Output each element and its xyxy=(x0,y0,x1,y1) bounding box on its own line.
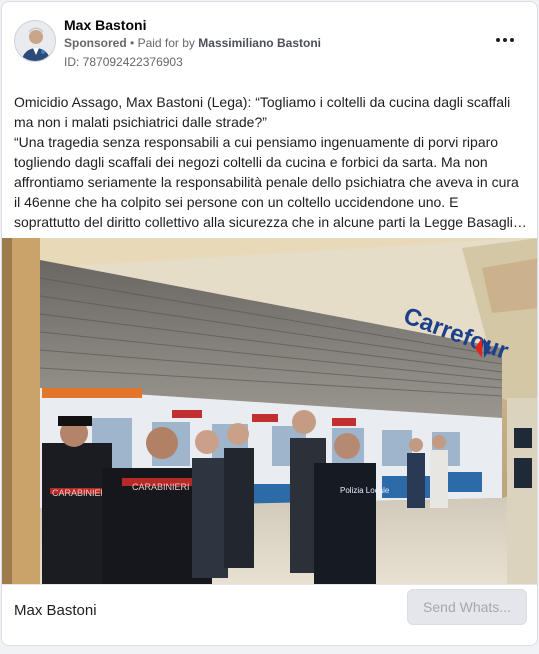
ad-text-headline: Omicidio Assago, Max Bastoni (Lega): “To… xyxy=(14,94,511,130)
ad-image[interactable]: Carrefour CARABINIERI CARABINIERI Polizi… xyxy=(2,238,537,584)
avatar-portrait-icon xyxy=(15,21,55,61)
meta-separator: • xyxy=(130,36,135,50)
avatar[interactable] xyxy=(14,20,56,62)
more-options-button[interactable] xyxy=(493,32,517,48)
uniform-label-1: CARABINIERI xyxy=(52,488,110,498)
footer-page-name[interactable]: Max Bastoni xyxy=(14,602,97,619)
paid-for-prefix: Paid for by xyxy=(137,36,195,50)
page-name[interactable]: Max Bastoni xyxy=(64,17,146,33)
store-scene-image: Carrefour CARABINIERI CARABINIERI Polizi… xyxy=(2,238,537,584)
ad-body-text: Omicidio Assago, Max Bastoni (Lega): “To… xyxy=(14,92,527,232)
send-whatsapp-button[interactable]: Send Whats... xyxy=(407,589,527,625)
ad-id: ID: 787092422376903 xyxy=(64,55,183,69)
sponsored-meta: Sponsored • Paid for by Massimiliano Bas… xyxy=(64,36,321,50)
ad-card: Max Bastoni Sponsored • Paid for by Mass… xyxy=(1,1,538,646)
more-horizontal-icon xyxy=(503,38,507,42)
more-horizontal-icon xyxy=(496,38,500,42)
uniform-label-3: Polizia Locale xyxy=(340,486,390,495)
ad-footer: Max Bastoni Send Whats... xyxy=(2,584,537,645)
ad-text-body: “Una tragedia senza responsabili a cui p… xyxy=(14,134,527,230)
more-horizontal-icon xyxy=(510,38,514,42)
sponsored-label: Sponsored xyxy=(64,36,127,50)
uniform-label-2: CARABINIERI xyxy=(132,482,190,492)
paid-for-name[interactable]: Massimiliano Bastoni xyxy=(198,36,321,50)
ad-header: Max Bastoni Sponsored • Paid for by Mass… xyxy=(14,14,525,74)
